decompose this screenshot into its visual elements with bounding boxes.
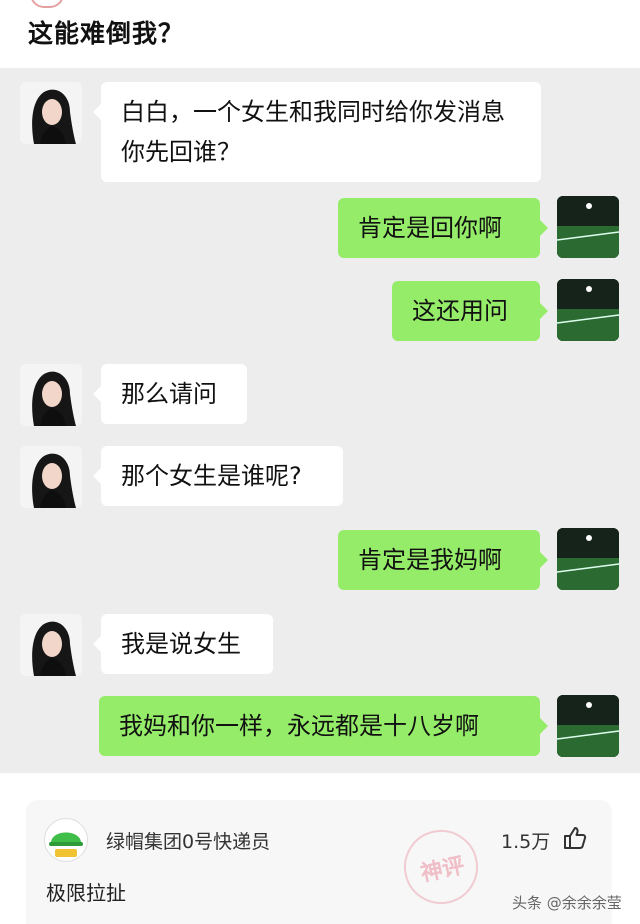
commenter-name[interactable]: 绿帽集团0号快递员	[106, 827, 270, 854]
like-count: 1.5万	[501, 831, 551, 853]
source-watermark: 头条 @余余余莹	[512, 894, 622, 912]
stamp-label: 神评	[418, 853, 467, 888]
female-avatar[interactable]	[20, 82, 82, 144]
post-header: 这能难倒我？	[0, 0, 640, 68]
message-bubble[interactable]: 我妈和你一样，永远都是十八岁啊	[99, 696, 548, 756]
post-title: 这能难倒我？	[28, 19, 185, 48]
football-field-icon	[557, 279, 619, 341]
message-bubble[interactable]: 肯定是回你啊	[338, 198, 548, 258]
girl-portrait-icon	[20, 82, 82, 144]
user-avatar[interactable]	[557, 196, 619, 258]
user-avatar[interactable]	[557, 528, 619, 590]
female-avatar[interactable]	[20, 614, 82, 676]
football-field-icon	[557, 196, 619, 258]
girl-portrait-icon	[20, 446, 82, 508]
message-bubble[interactable]: 那么请问	[93, 364, 247, 424]
message-bubble[interactable]: 这还用问	[392, 281, 548, 341]
app-logo-fragment	[30, 0, 64, 8]
user-avatar[interactable]	[557, 279, 619, 341]
football-field-icon	[557, 695, 619, 757]
message-bubble[interactable]: 我是说女生	[93, 614, 273, 674]
message-bubble[interactable]: 白白，一个女生和我同时给你发消息你先回谁？	[93, 82, 541, 182]
football-field-icon	[557, 528, 619, 590]
chat-screenshot: 白白，一个女生和我同时给你发消息你先回谁？ 肯定是回你啊 这还用问 那么请问 那…	[0, 68, 640, 773]
comment-text: 极限拉扯	[46, 881, 126, 905]
message-bubble[interactable]: 肯定是我妈啊	[338, 530, 548, 590]
message-bubble[interactable]: 那个女生是谁呢?	[93, 446, 343, 506]
girl-portrait-icon	[20, 364, 82, 426]
user-avatar[interactable]	[557, 695, 619, 757]
hot-comment-stamp: 神评	[397, 823, 485, 911]
female-avatar[interactable]	[20, 446, 82, 508]
green-hat-icon	[46, 820, 86, 860]
thumbs-up-icon[interactable]	[562, 825, 588, 851]
commenter-avatar[interactable]	[44, 818, 88, 862]
girl-portrait-icon	[20, 614, 82, 676]
female-avatar[interactable]	[20, 364, 82, 426]
